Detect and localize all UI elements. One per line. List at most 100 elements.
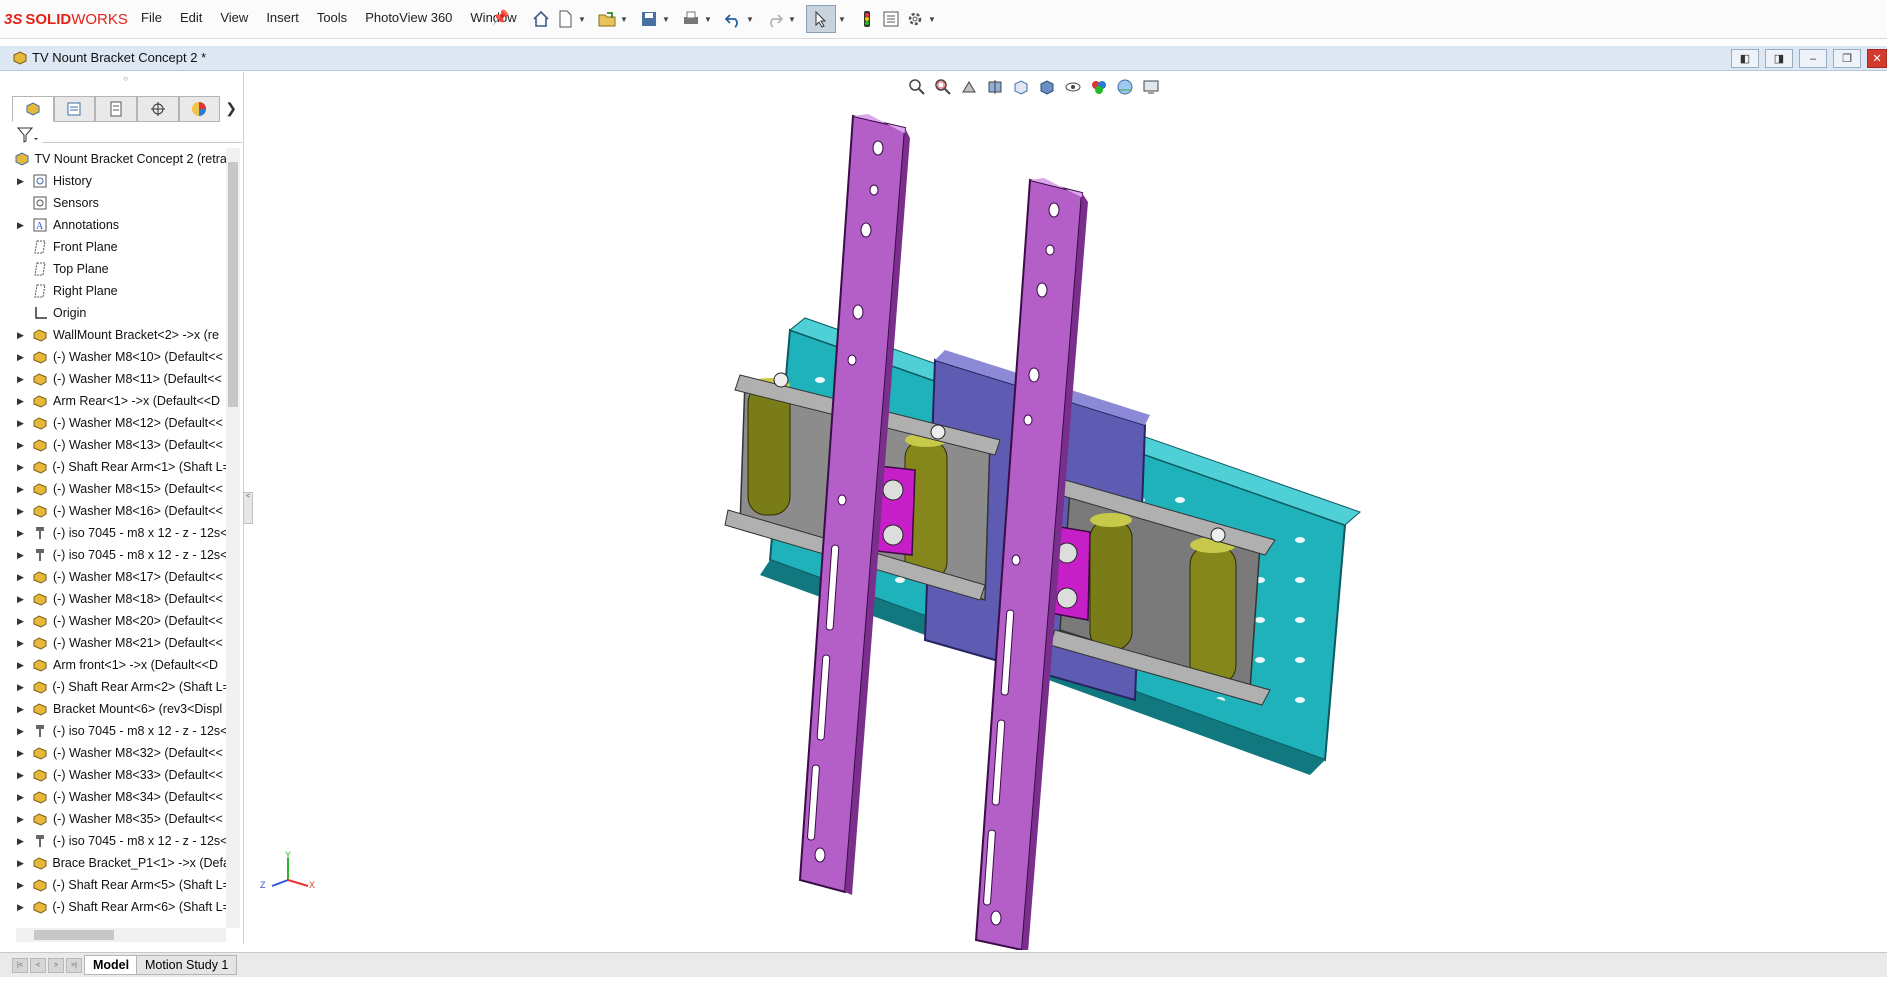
- chevron-down-icon[interactable]: ▼: [746, 15, 754, 24]
- expand-arrow-icon[interactable]: ▶: [17, 704, 27, 715]
- expand-arrow-icon[interactable]: ▶: [17, 726, 27, 737]
- tree-item[interactable]: Top Plane: [8, 258, 226, 280]
- menu-edit[interactable]: Edit: [180, 10, 202, 25]
- feature-manager-tab[interactable]: [12, 96, 54, 122]
- expand-arrow-icon[interactable]: ▶: [17, 484, 27, 495]
- edit-appearance-icon[interactable]: [1088, 76, 1110, 98]
- last-tab-icon[interactable]: >|: [66, 958, 82, 973]
- tree-item[interactable]: ▶ (-) iso 7045 - m8 x 12 - z - 12s<: [8, 522, 226, 544]
- expand-arrow-icon[interactable]: ▶: [17, 462, 27, 473]
- tree-item[interactable]: ▶ WallMount Bracket<2> ->x (re: [8, 324, 226, 346]
- tree-item[interactable]: ▶ (-) Washer M8<21> (Default<<: [8, 632, 226, 654]
- expand-arrow-icon[interactable]: ▶: [17, 748, 27, 759]
- tree-item[interactable]: ▶ (-) Washer M8<18> (Default<<: [8, 588, 226, 610]
- expand-arrow-icon[interactable]: ▶: [17, 352, 27, 363]
- chevron-down-icon[interactable]: ▼: [620, 15, 628, 24]
- menu-insert[interactable]: Insert: [266, 10, 299, 25]
- chevron-down-icon[interactable]: ▼: [838, 15, 846, 24]
- open-folder-icon[interactable]: [596, 8, 618, 30]
- tree-item[interactable]: Front Plane: [8, 236, 226, 258]
- tree-item[interactable]: ▶ History: [8, 170, 226, 192]
- tree-item[interactable]: ▶ (-) Shaft Rear Arm<5> (Shaft L=: [8, 874, 226, 896]
- display-style-icon[interactable]: [1036, 76, 1058, 98]
- expand-arrow-icon[interactable]: ▶: [17, 594, 27, 605]
- home-icon[interactable]: [530, 8, 552, 30]
- tree-item[interactable]: ▶ Arm Rear<1> ->x (Default<<D: [8, 390, 226, 412]
- tree-item[interactable]: ▶ (-) Shaft Rear Arm<1> (Shaft L=: [8, 456, 226, 478]
- tab-motion-study[interactable]: Motion Study 1: [136, 955, 238, 975]
- expand-arrow-icon[interactable]: ▶: [17, 550, 27, 561]
- tree-item[interactable]: ▶ (-) Shaft Rear Arm<2> (Shaft L=: [8, 676, 226, 698]
- chevron-down-icon[interactable]: ▼: [928, 15, 936, 24]
- filter-input[interactable]: [42, 142, 242, 143]
- filter-icon[interactable]: [16, 126, 38, 147]
- vertical-scrollbar[interactable]: [226, 148, 240, 928]
- tree-item[interactable]: ▶ (-) iso 7045 - m8 x 12 - z - 12s<: [8, 720, 226, 742]
- tab-model[interactable]: Model: [84, 955, 139, 975]
- display-manager-tab[interactable]: [178, 96, 221, 122]
- expand-arrow-icon[interactable]: ▶: [17, 836, 27, 847]
- tree-item[interactable]: ▶ Brace Bracket_P1<1> ->x (Defa: [8, 852, 226, 874]
- tree-item[interactable]: ▶ (-) iso 7045 - m8 x 12 - z - 12s<: [8, 830, 226, 852]
- solidworks-logo[interactable]: 3S SOLID WORKS: [4, 9, 128, 29]
- tree-item[interactable]: ▶ A Annotations: [8, 214, 226, 236]
- pin-icon[interactable]: 📌: [492, 9, 509, 26]
- tree-item[interactable]: ▶ (-) Washer M8<35> (Default<<: [8, 808, 226, 830]
- chevron-down-icon[interactable]: ▼: [578, 15, 586, 24]
- tree-item[interactable]: ▶ (-) Washer M8<13> (Default<<: [8, 434, 226, 456]
- tree-item[interactable]: Right Plane: [8, 280, 226, 302]
- minimize-icon[interactable]: –: [1799, 49, 1827, 68]
- expand-arrow-icon[interactable]: ▶: [17, 814, 27, 825]
- expand-arrow-icon[interactable]: ▶: [17, 792, 27, 803]
- apply-scene-icon[interactable]: [1114, 76, 1136, 98]
- rebuild-traffic-light-icon[interactable]: [856, 8, 878, 30]
- expand-arrow-icon[interactable]: ▶: [17, 660, 27, 671]
- view-settings-icon[interactable]: [1140, 76, 1162, 98]
- tree-item[interactable]: ▶ (-) Washer M8<34> (Default<<: [8, 786, 226, 808]
- expand-arrow-icon[interactable]: ▶: [17, 220, 27, 231]
- scroll-thumb[interactable]: [34, 930, 114, 940]
- tile-right-icon[interactable]: ◨: [1765, 49, 1793, 68]
- expand-arrow-icon[interactable]: ▶: [17, 176, 27, 187]
- expand-arrow-icon[interactable]: ▶: [17, 682, 27, 693]
- hide-show-items-icon[interactable]: [1062, 76, 1084, 98]
- expand-arrow-icon[interactable]: ▶: [17, 858, 27, 869]
- configuration-manager-tab[interactable]: [95, 96, 137, 122]
- menu-photoview[interactable]: PhotoView 360: [365, 10, 452, 25]
- zoom-to-fit-icon[interactable]: [906, 76, 928, 98]
- tree-item[interactable]: ▶ (-) Washer M8<10> (Default<<: [8, 346, 226, 368]
- expand-arrow-icon[interactable]: ▶: [17, 572, 27, 583]
- horizontal-scrollbar[interactable]: [16, 928, 226, 942]
- scroll-thumb[interactable]: [228, 162, 238, 407]
- tree-root-item[interactable]: TV Nount Bracket Concept 2 (retrac: [8, 148, 226, 170]
- chevron-right-icon[interactable]: ❯: [220, 96, 242, 120]
- chevron-down-icon[interactable]: ▼: [704, 15, 712, 24]
- expand-arrow-icon[interactable]: ▶: [17, 616, 27, 627]
- save-icon[interactable]: [638, 8, 660, 30]
- tile-left-icon[interactable]: ◧: [1731, 49, 1759, 68]
- panel-grip[interactable]: ○: [8, 74, 243, 84]
- close-icon[interactable]: ✕: [1867, 49, 1887, 68]
- expand-arrow-icon[interactable]: ▶: [17, 902, 27, 913]
- property-manager-tab[interactable]: [53, 96, 96, 122]
- expand-arrow-icon[interactable]: ▶: [17, 374, 27, 385]
- next-tab-icon[interactable]: >: [48, 958, 64, 973]
- menu-view[interactable]: View: [220, 10, 248, 25]
- expand-arrow-icon[interactable]: ▶: [17, 528, 27, 539]
- first-tab-icon[interactable]: |<: [12, 958, 28, 973]
- tree-item[interactable]: ▶ (-) Washer M8<33> (Default<<: [8, 764, 226, 786]
- view-orientation-icon[interactable]: [1010, 76, 1032, 98]
- previous-view-icon[interactable]: [958, 76, 980, 98]
- file-properties-icon[interactable]: [880, 8, 902, 30]
- select-cursor-icon[interactable]: [806, 5, 836, 33]
- tree-item[interactable]: Sensors: [8, 192, 226, 214]
- tree-item[interactable]: Origin: [8, 302, 226, 324]
- tree-item[interactable]: ▶ (-) Washer M8<20> (Default<<: [8, 610, 226, 632]
- tree-item[interactable]: ▶ (-) Washer M8<11> (Default<<: [8, 368, 226, 390]
- expand-arrow-icon[interactable]: ▶: [17, 396, 27, 407]
- menu-tools[interactable]: Tools: [317, 10, 347, 25]
- expand-arrow-icon[interactable]: ▶: [17, 330, 27, 341]
- tree-item[interactable]: ▶ Bracket Mount<6> (rev3<Displ: [8, 698, 226, 720]
- tree-item[interactable]: ▶ (-) Washer M8<16> (Default<<: [8, 500, 226, 522]
- tree-item[interactable]: ▶ (-) Washer M8<15> (Default<<: [8, 478, 226, 500]
